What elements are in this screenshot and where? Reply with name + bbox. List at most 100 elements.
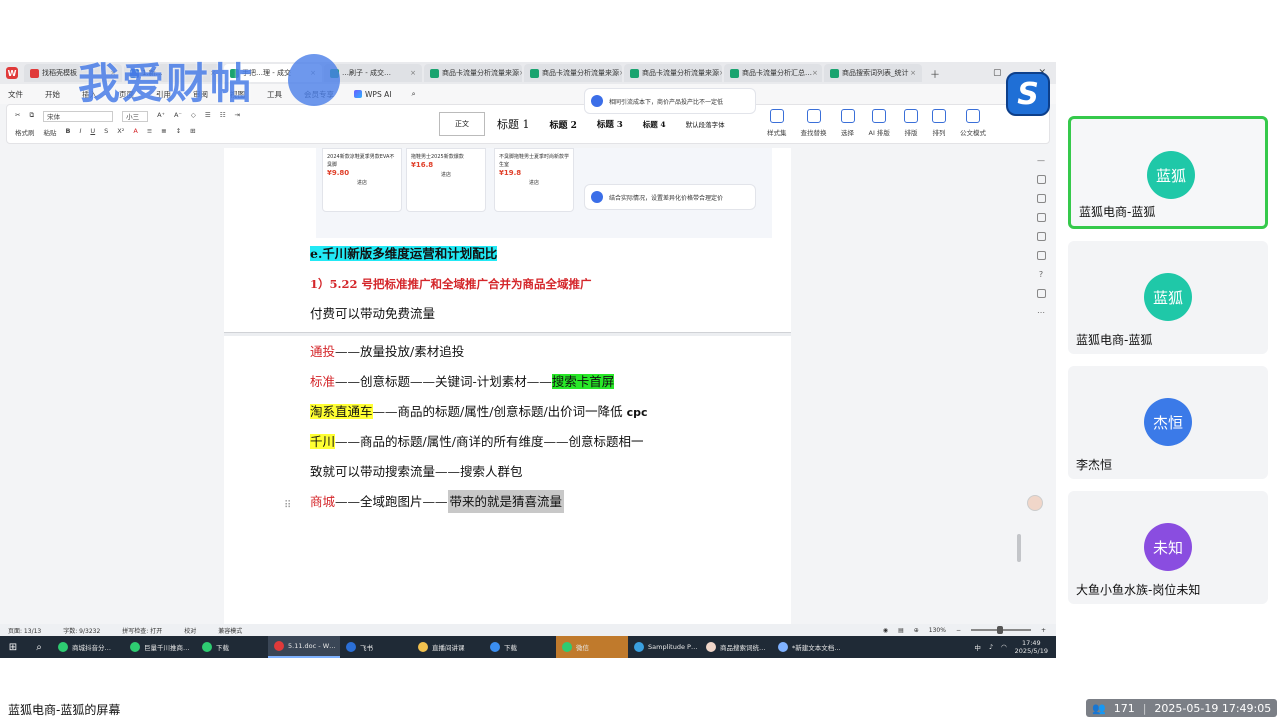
zoom-out-icon[interactable]: − xyxy=(956,627,961,634)
zoom-slider[interactable] xyxy=(970,626,1031,634)
font-size-select[interactable]: 小三 xyxy=(122,111,149,122)
taskbar-app-10[interactable]: *新建文本文档… xyxy=(772,636,844,658)
style-heading-4[interactable]: 标题 4 xyxy=(635,112,674,136)
clock-date: 2025/5/19 xyxy=(1014,647,1048,655)
tab-7[interactable]: 商品卡流量分析汇总… × xyxy=(724,64,822,82)
underline-icon[interactable]: U xyxy=(90,127,95,137)
select-icon[interactable] xyxy=(1036,194,1046,203)
tab-6[interactable]: 商品卡流量分析流量来源 × xyxy=(624,64,722,82)
search-icon[interactable]: ⌕ xyxy=(411,89,415,99)
zoom-in-icon[interactable]: + xyxy=(1041,627,1046,634)
ribbon-tool-6[interactable]: 公文模式 xyxy=(960,109,986,137)
ribbon-tool-0[interactable]: 样式集 xyxy=(767,109,787,137)
font-family-select[interactable]: 宋体 xyxy=(43,111,114,122)
taskbar-app-7[interactable]: 微信 xyxy=(556,636,628,658)
shrink-font-icon[interactable]: A⁻ xyxy=(174,111,182,122)
tab-close-icon[interactable]: × xyxy=(719,69,722,77)
participant-card[interactable]: 蓝狐 蓝狐电商-蓝狐 xyxy=(1068,241,1268,354)
page-view-icon[interactable]: ▤ xyxy=(898,627,904,634)
review-icon[interactable] xyxy=(1036,232,1046,241)
ime-icon[interactable]: 中 xyxy=(974,642,981,652)
taskbar-app-0[interactable]: 商城抖音分… xyxy=(52,636,124,658)
bullets-icon[interactable]: ☰ xyxy=(205,111,211,122)
tab-close-icon[interactable]: × xyxy=(410,69,416,77)
participant-card[interactable]: 杰恒 李杰恒 xyxy=(1068,366,1268,479)
search-taskbar-icon[interactable]: ⌕ xyxy=(26,642,52,653)
drag-handle-icon[interactable]: ⠿ xyxy=(284,500,291,511)
more-icon[interactable]: ⋯ xyxy=(1037,308,1045,317)
ribbon-tool-4[interactable]: 排版 xyxy=(903,109,918,137)
tab-close-icon[interactable]: × xyxy=(619,69,622,77)
taskbar-app-1[interactable]: 巨量千川推商… xyxy=(124,636,196,658)
participant-card[interactable]: 未知 大鱼小鱼水族-岗位未知 xyxy=(1068,491,1268,604)
tab-close-icon[interactable]: × xyxy=(812,69,818,77)
status-words[interactable]: 字数: 9/3232 xyxy=(63,626,100,635)
doc-line-tongtou: 通投——放量投放/素材追投 xyxy=(310,342,464,362)
taskbar-app-8[interactable]: Samplitude P… xyxy=(628,636,700,658)
superscript-icon[interactable]: X² xyxy=(117,127,124,137)
help-icon[interactable]: ? xyxy=(1039,270,1043,279)
ribbon-tool-2[interactable]: 选择 xyxy=(840,109,855,137)
bold-icon[interactable]: B xyxy=(66,127,71,137)
italic-icon[interactable]: I xyxy=(79,127,81,137)
indent-icon[interactable]: ⇥ xyxy=(235,111,240,122)
tools-icon[interactable] xyxy=(1036,251,1046,260)
style-default-paragraph[interactable]: 默认段落字体 xyxy=(678,112,733,136)
share-icon[interactable] xyxy=(1036,289,1046,298)
participant-card[interactable]: 蓝狐 蓝狐电商-蓝狐 xyxy=(1068,116,1268,229)
zoom-level[interactable]: 130% xyxy=(929,627,946,634)
ribbon-tool-label: 排列 xyxy=(932,129,946,137)
web-view-icon[interactable]: ⊕ xyxy=(914,627,919,634)
ribbon-tool-5[interactable]: 排列 xyxy=(931,109,946,137)
tab-8[interactable]: 商品搜索词列表_统计 × xyxy=(824,64,922,82)
vertical-scrollbar[interactable] xyxy=(1017,534,1021,562)
wps-ai-button[interactable]: WPS AI xyxy=(354,90,391,99)
line-spacing-icon[interactable]: ↕ xyxy=(176,127,181,137)
doc-highlight-search-card: 搜索卡首屏 xyxy=(551,374,615,389)
align-left-icon[interactable]: ≡ xyxy=(147,127,152,137)
copy-icon[interactable]: ⧉ xyxy=(29,111,34,122)
align-center-icon[interactable]: ≣ xyxy=(161,127,166,137)
numbering-icon[interactable]: ☷ xyxy=(220,111,226,122)
start-icon[interactable]: ⊞ xyxy=(0,642,26,653)
taskbar-app-6[interactable]: 下载 xyxy=(484,636,556,658)
style-heading-2[interactable]: 标题 2 xyxy=(542,112,585,136)
tab-close-icon[interactable]: × xyxy=(519,69,522,77)
restore-icon[interactable]: ▢ xyxy=(993,68,1002,78)
status-spell-check[interactable]: 拼写检查: 打开 xyxy=(122,626,162,635)
paste-button[interactable]: 粘贴 xyxy=(44,127,57,137)
menu-item-7[interactable]: 工具 xyxy=(267,89,282,100)
ribbon-tool-3[interactable]: AI 排版 xyxy=(869,109,890,137)
border-icon[interactable]: ⊞ xyxy=(190,127,195,137)
volume-icon[interactable]: ♪ xyxy=(989,643,993,651)
style-normal[interactable]: 正文 xyxy=(439,112,485,136)
network-icon[interactable]: ◠ xyxy=(1001,643,1007,651)
taskbar-app-3[interactable]: 5.11.doc - W… xyxy=(268,636,340,658)
collapse-icon[interactable]: — xyxy=(1037,156,1045,165)
tab-close-icon[interactable]: × xyxy=(910,69,916,77)
style-heading-3[interactable]: 标题 3 xyxy=(589,112,631,136)
cut-icon[interactable]: ✂ xyxy=(15,111,20,122)
style-heading-1[interactable]: 标题 1 xyxy=(489,112,538,136)
view-icon[interactable]: ◉ xyxy=(883,627,888,634)
strikethrough-icon[interactable]: S xyxy=(104,127,108,137)
user-avatar[interactable] xyxy=(1027,495,1043,511)
translate-icon[interactable] xyxy=(1036,213,1046,222)
status-proof[interactable]: 校对 xyxy=(184,626,196,635)
taskbar-app-9[interactable]: 商品搜索词统… xyxy=(700,636,772,658)
ribbon-tool-1[interactable]: 查找替换 xyxy=(801,109,827,137)
menu-item-1[interactable]: 开始 xyxy=(45,89,60,100)
tab-4[interactable]: 商品卡流量分析流量来源 × xyxy=(424,64,522,82)
taskbar-app-5[interactable]: 直播间讲课 xyxy=(412,636,484,658)
new-tab-icon[interactable]: ＋ xyxy=(930,66,940,81)
menu-item-0[interactable]: 文件 xyxy=(8,89,23,100)
grow-font-icon[interactable]: A⁺ xyxy=(157,111,165,122)
clear-format-icon[interactable]: ◇ xyxy=(191,111,196,122)
font-color-icon[interactable]: A xyxy=(133,127,137,137)
edit-icon[interactable] xyxy=(1036,175,1046,184)
tab-5[interactable]: 商品卡流量分析流量来源 × xyxy=(524,64,622,82)
taskbar-clock[interactable]: 17:49 2025/5/19 xyxy=(1015,639,1048,655)
taskbar-app-4[interactable]: 飞书 xyxy=(340,636,412,658)
taskbar-app-2[interactable]: 下载 xyxy=(196,636,268,658)
format-painter-button[interactable]: 格式刷 xyxy=(15,127,35,137)
